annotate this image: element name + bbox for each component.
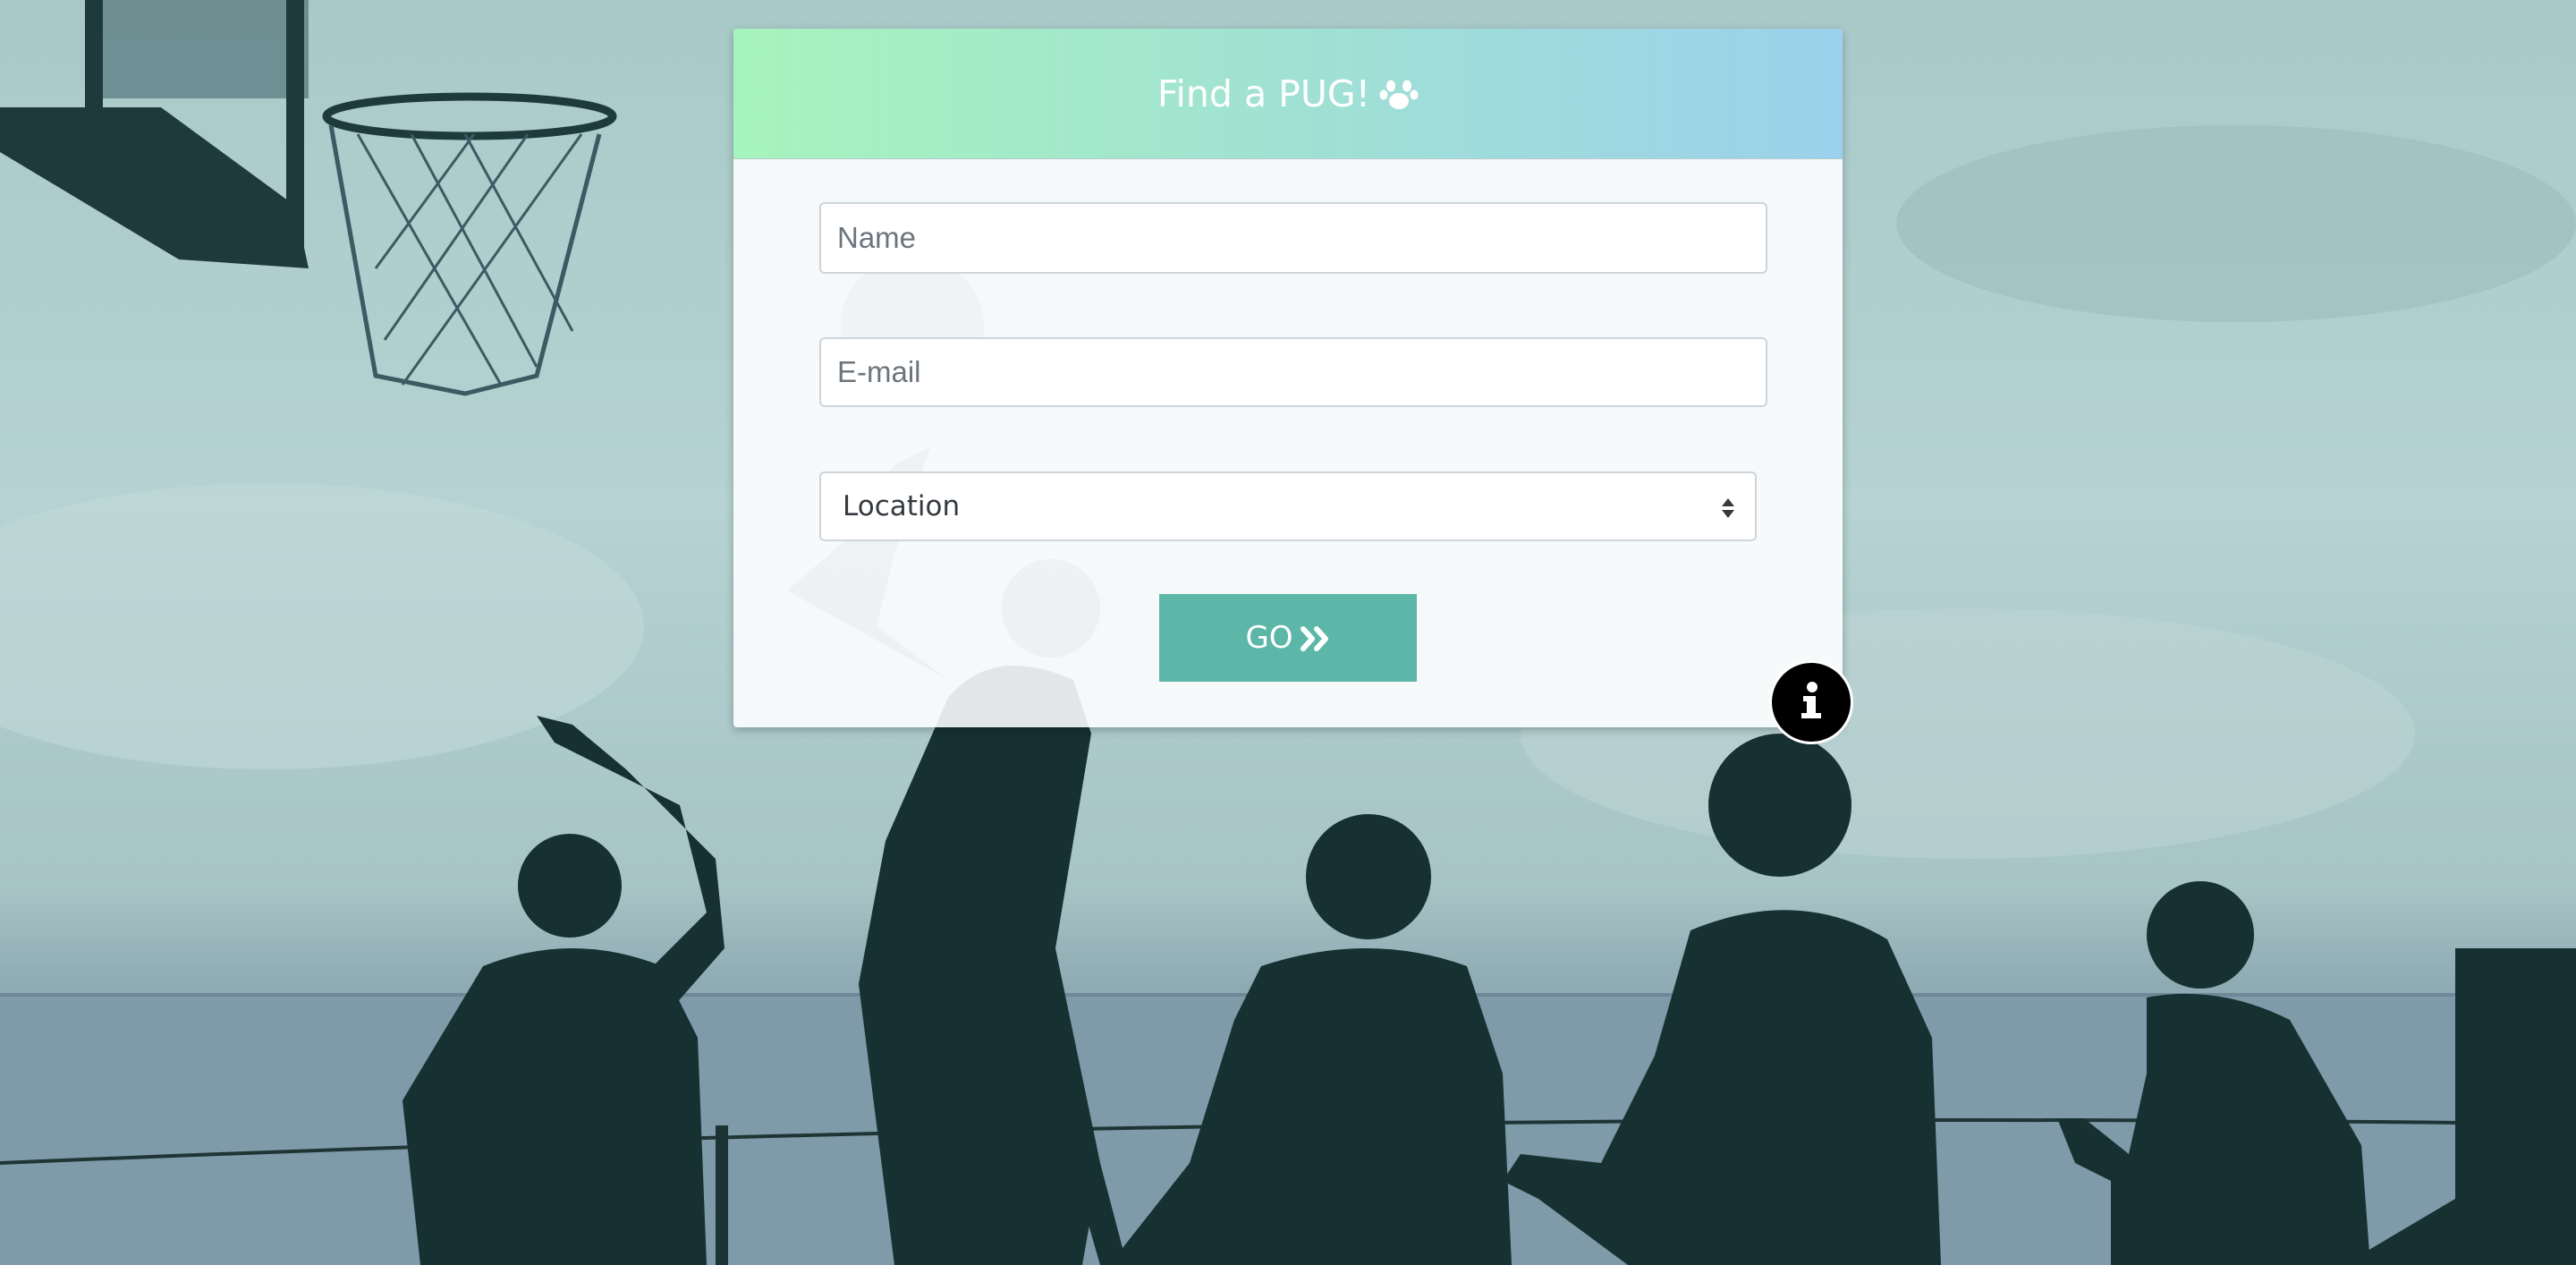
go-label: GO [1245,620,1293,656]
info-icon [1798,681,1825,724]
name-input[interactable] [835,203,1766,273]
double-chevron-right-icon [1300,624,1331,651]
name-field[interactable] [819,202,1767,274]
email-field[interactable] [819,337,1767,407]
go-button[interactable]: GO [1159,594,1417,682]
card-header: Find a PUG! [733,29,1843,159]
paw-icon [1379,74,1419,114]
info-button[interactable] [1769,660,1853,744]
find-pug-card: Find a PUG! Location GO [733,29,1843,727]
location-selected-value: Location [843,490,961,522]
select-arrows-icon [1721,495,1735,518]
email-input[interactable] [835,338,1766,406]
card-title: Find a PUG! [1157,72,1371,115]
location-select[interactable]: Location [819,471,1757,541]
